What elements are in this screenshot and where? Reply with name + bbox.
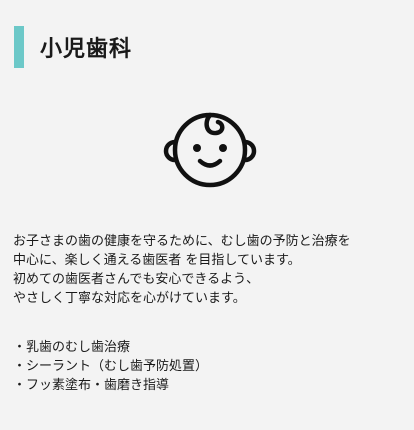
description-text: お子さまの歯の健康を守るために、むし歯の予防と治療を 中心に、楽しく通える歯医者… xyxy=(13,232,407,308)
description-line: お子さまの歯の健康を守るために、むし歯の予防と治療を xyxy=(13,234,351,249)
list-item: ・シーラント（むし歯予防処置） xyxy=(13,359,209,374)
description-line: やさしく丁寧な対応を心がけています。 xyxy=(13,291,246,306)
list-item: ・フッ素塗布・歯磨き指導 xyxy=(13,378,170,393)
section-heading: 小児歯科 xyxy=(14,26,132,68)
section-title: 小児歯科 xyxy=(40,37,133,62)
description-line: 中心に、楽しく通える歯医者 を目指しています。 xyxy=(13,253,301,268)
description-line: 初めての歯医者さんでも安心できるよう、 xyxy=(13,272,260,287)
list-item: ・乳歯のむし歯治療 xyxy=(13,340,131,355)
baby-face-icon xyxy=(160,100,260,192)
heading-accent-bar xyxy=(14,26,24,68)
services-list: ・乳歯のむし歯治療 ・シーラント（むし歯予防処置） ・フッ素塗布・歯磨き指導 xyxy=(13,338,407,395)
pediatric-dentistry-card: 小児歯科 お子さまの歯の健康を守るために、むし歯の予防と治療を 中心に、楽しく通… xyxy=(0,0,414,430)
